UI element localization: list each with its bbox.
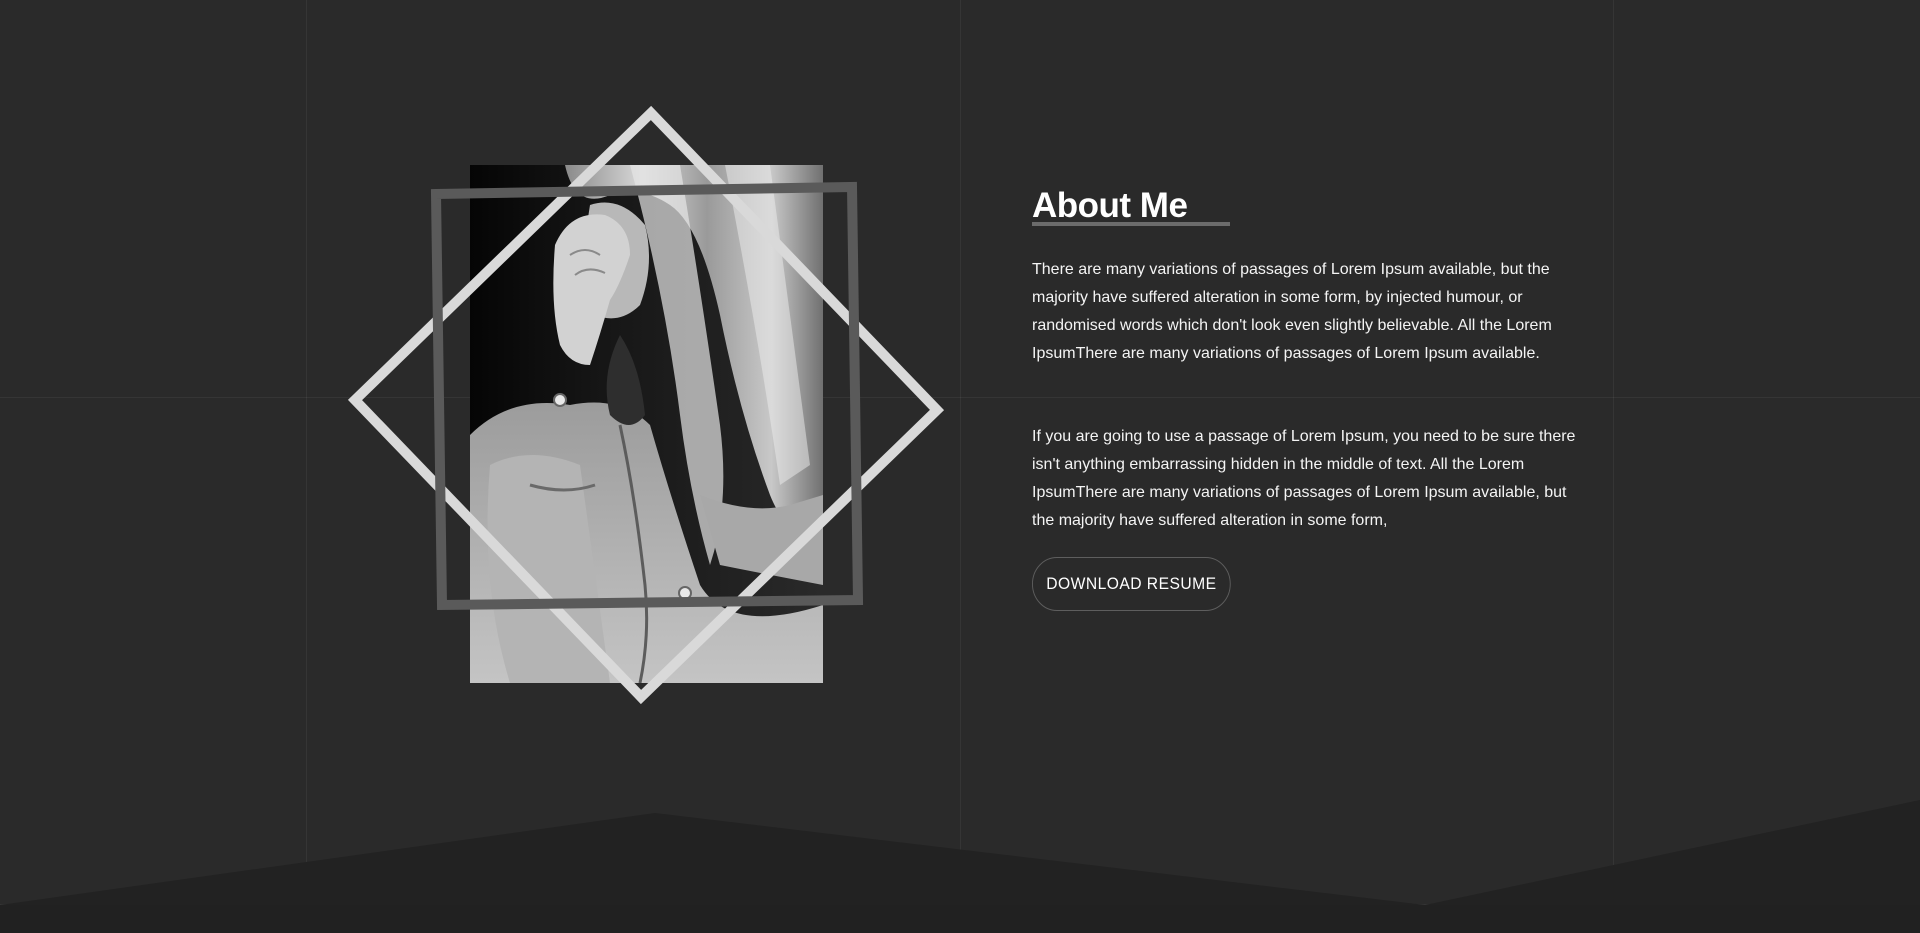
bottom-decoration bbox=[0, 800, 1920, 933]
portrait-frame-group bbox=[340, 100, 960, 720]
about-title: About Me bbox=[1032, 186, 1230, 226]
about-section: About Me There are many variations of pa… bbox=[0, 0, 1920, 933]
title-underline bbox=[1032, 222, 1230, 226]
about-paragraph-1: There are many variations of passages of… bbox=[1032, 261, 1552, 362]
download-resume-button[interactable]: DOWNLOAD RESUME bbox=[1032, 557, 1231, 611]
about-paragraph-2: If you are going to use a passage of Lor… bbox=[1032, 428, 1576, 529]
about-content: About Me There are many variations of pa… bbox=[1032, 186, 1592, 611]
about-title-text: About Me bbox=[1032, 186, 1188, 225]
portrait-photo bbox=[470, 165, 823, 683]
